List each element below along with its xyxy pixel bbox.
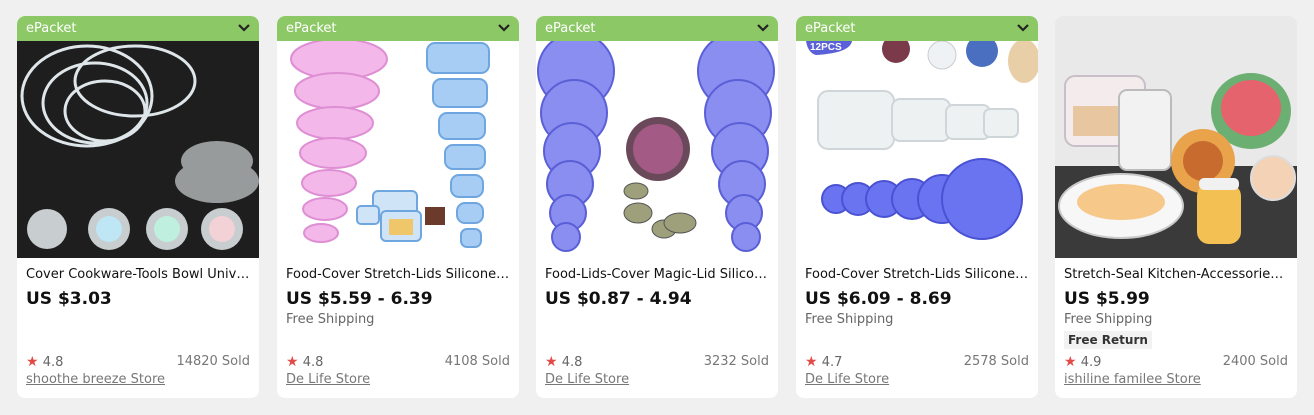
product-image[interactable]: [1055, 16, 1297, 258]
chevron-down-icon[interactable]: [757, 23, 769, 33]
shipping-info: Free Shipping: [286, 312, 375, 327]
chevron-down-icon[interactable]: [498, 23, 510, 33]
product-rating: ★ 4.8: [545, 354, 582, 371]
product-card[interactable]: ePacket: [17, 16, 259, 398]
product-title[interactable]: Stretch-Seal Kitchen-Accessories F...: [1064, 267, 1288, 283]
sold-count: 2400 Sold: [1222, 354, 1288, 369]
star-icon: ★: [1064, 354, 1077, 370]
product-image[interactable]: 12PCS: [796, 41, 1038, 258]
shipping-badge-label: ePacket: [805, 21, 856, 36]
store-link[interactable]: De Life Store: [805, 372, 889, 388]
rating-value: 4.8: [561, 355, 583, 370]
sold-count: 2578 Sold: [963, 354, 1029, 369]
product-card[interactable]: ePacket: [536, 16, 778, 398]
shipping-info: Free Shipping: [805, 312, 894, 327]
product-grid: ePacket Cover Cookware-Tools Bowl Unive.…: [0, 0, 1314, 415]
product-price: US $3.03: [26, 289, 112, 309]
store-link[interactable]: shoothe breeze Store: [26, 372, 165, 388]
star-icon: ★: [805, 354, 818, 370]
product-rating: ★ 4.9: [1064, 354, 1101, 371]
shipping-badge: ePacket: [277, 16, 519, 41]
product-title[interactable]: Food-Cover Stretch-Lids Silicone-C...: [286, 267, 510, 283]
product-card[interactable]: Stretch-Seal Kitchen-Accessories F... US…: [1055, 16, 1297, 398]
chevron-down-icon[interactable]: [238, 23, 250, 33]
product-image[interactable]: [277, 41, 519, 258]
shipping-badge-label: ePacket: [545, 21, 596, 36]
rating-value: 4.7: [821, 355, 843, 370]
star-icon: ★: [286, 354, 299, 370]
product-price: US $0.87 - 4.94: [545, 289, 692, 309]
shipping-badge-label: ePacket: [286, 21, 337, 36]
free-return-badge: Free Return: [1064, 331, 1152, 349]
product-card[interactable]: ePacket 12PCS Food-Cover Stretch-Lids Si…: [796, 16, 1038, 398]
star-icon: ★: [26, 354, 39, 370]
chevron-down-icon[interactable]: [1017, 23, 1029, 33]
product-card[interactable]: ePacket: [277, 16, 519, 398]
product-image[interactable]: [17, 41, 259, 258]
image-badge-text: 12PCS: [810, 42, 842, 53]
product-rating: ★ 4.7: [805, 354, 842, 371]
star-icon: ★: [545, 354, 558, 370]
product-price: US $6.09 - 8.69: [805, 289, 952, 309]
shipping-badge: ePacket: [796, 16, 1038, 41]
store-link[interactable]: De Life Store: [545, 372, 629, 388]
sold-count: 14820 Sold: [176, 354, 250, 369]
product-title[interactable]: Cover Cookware-Tools Bowl Unive...: [26, 267, 250, 283]
product-title[interactable]: Food-Cover Stretch-Lids Silicone-C...: [805, 267, 1029, 283]
product-image[interactable]: [536, 41, 778, 258]
rating-value: 4.9: [1080, 355, 1102, 370]
rating-value: 4.8: [302, 355, 324, 370]
rating-value: 4.8: [42, 355, 64, 370]
sold-count: 4108 Sold: [444, 354, 510, 369]
product-price: US $5.59 - 6.39: [286, 289, 433, 309]
product-price: US $5.99: [1064, 289, 1150, 309]
product-rating: ★ 4.8: [26, 354, 63, 371]
sold-count: 3232 Sold: [703, 354, 769, 369]
shipping-badge-label: ePacket: [26, 21, 77, 36]
product-rating: ★ 4.8: [286, 354, 323, 371]
shipping-info: Free Shipping: [1064, 312, 1153, 327]
shipping-badge: ePacket: [17, 16, 259, 41]
store-link[interactable]: De Life Store: [286, 372, 370, 388]
store-link[interactable]: ishiline familee Store: [1064, 372, 1201, 388]
product-title[interactable]: Food-Lids-Cover Magic-Lid Silicone...: [545, 267, 769, 283]
shipping-badge: ePacket: [536, 16, 778, 41]
